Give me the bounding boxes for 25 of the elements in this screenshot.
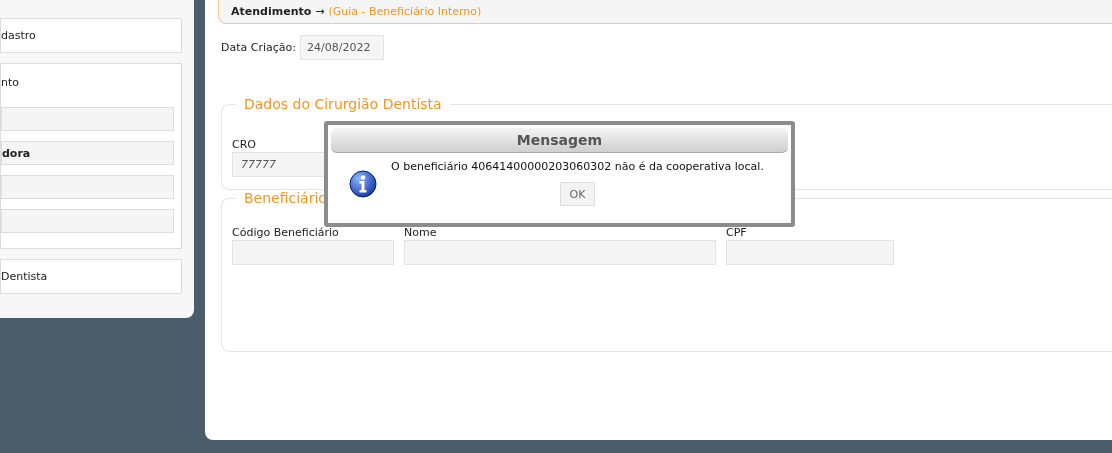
date-field[interactable]: 24/08/2022 [300,35,384,60]
field-label: Código Beneficiário [232,226,339,239]
input-field[interactable] [726,240,894,265]
input-field[interactable]: dora [1,141,174,165]
input-field[interactable] [1,209,174,233]
breadcrumb-section: Atendimento [231,5,312,18]
dialog-message: O beneficiário 40641400000203060302 não é da cooperativa local. [391,160,764,173]
info-icon [349,170,377,198]
breadcrumb-page: (Guia - Beneficiário Interno) [328,5,482,18]
input-field[interactable] [1,175,174,199]
sidebar-item[interactable]: Dentista [0,259,182,294]
field-label: CRO [232,138,256,151]
sidebar-item[interactable]: dastro [0,18,182,53]
dialog-title: Mensagem [331,128,788,153]
field-label: Nome [404,226,437,239]
field-label: Data Criação: [221,41,296,54]
fieldset-legend: Dados do Cirurgião Dentista [236,96,450,112]
field-label: CPF [726,226,747,239]
ok-button[interactable]: OK [559,182,595,206]
fieldset-legend: Beneficiário [236,190,335,206]
input-field[interactable] [404,240,716,265]
input-field[interactable] [232,240,394,265]
input-field[interactable] [1,107,174,131]
breadcrumb-arrow: → [315,5,325,18]
sidebar-label: nto [1,76,20,91]
